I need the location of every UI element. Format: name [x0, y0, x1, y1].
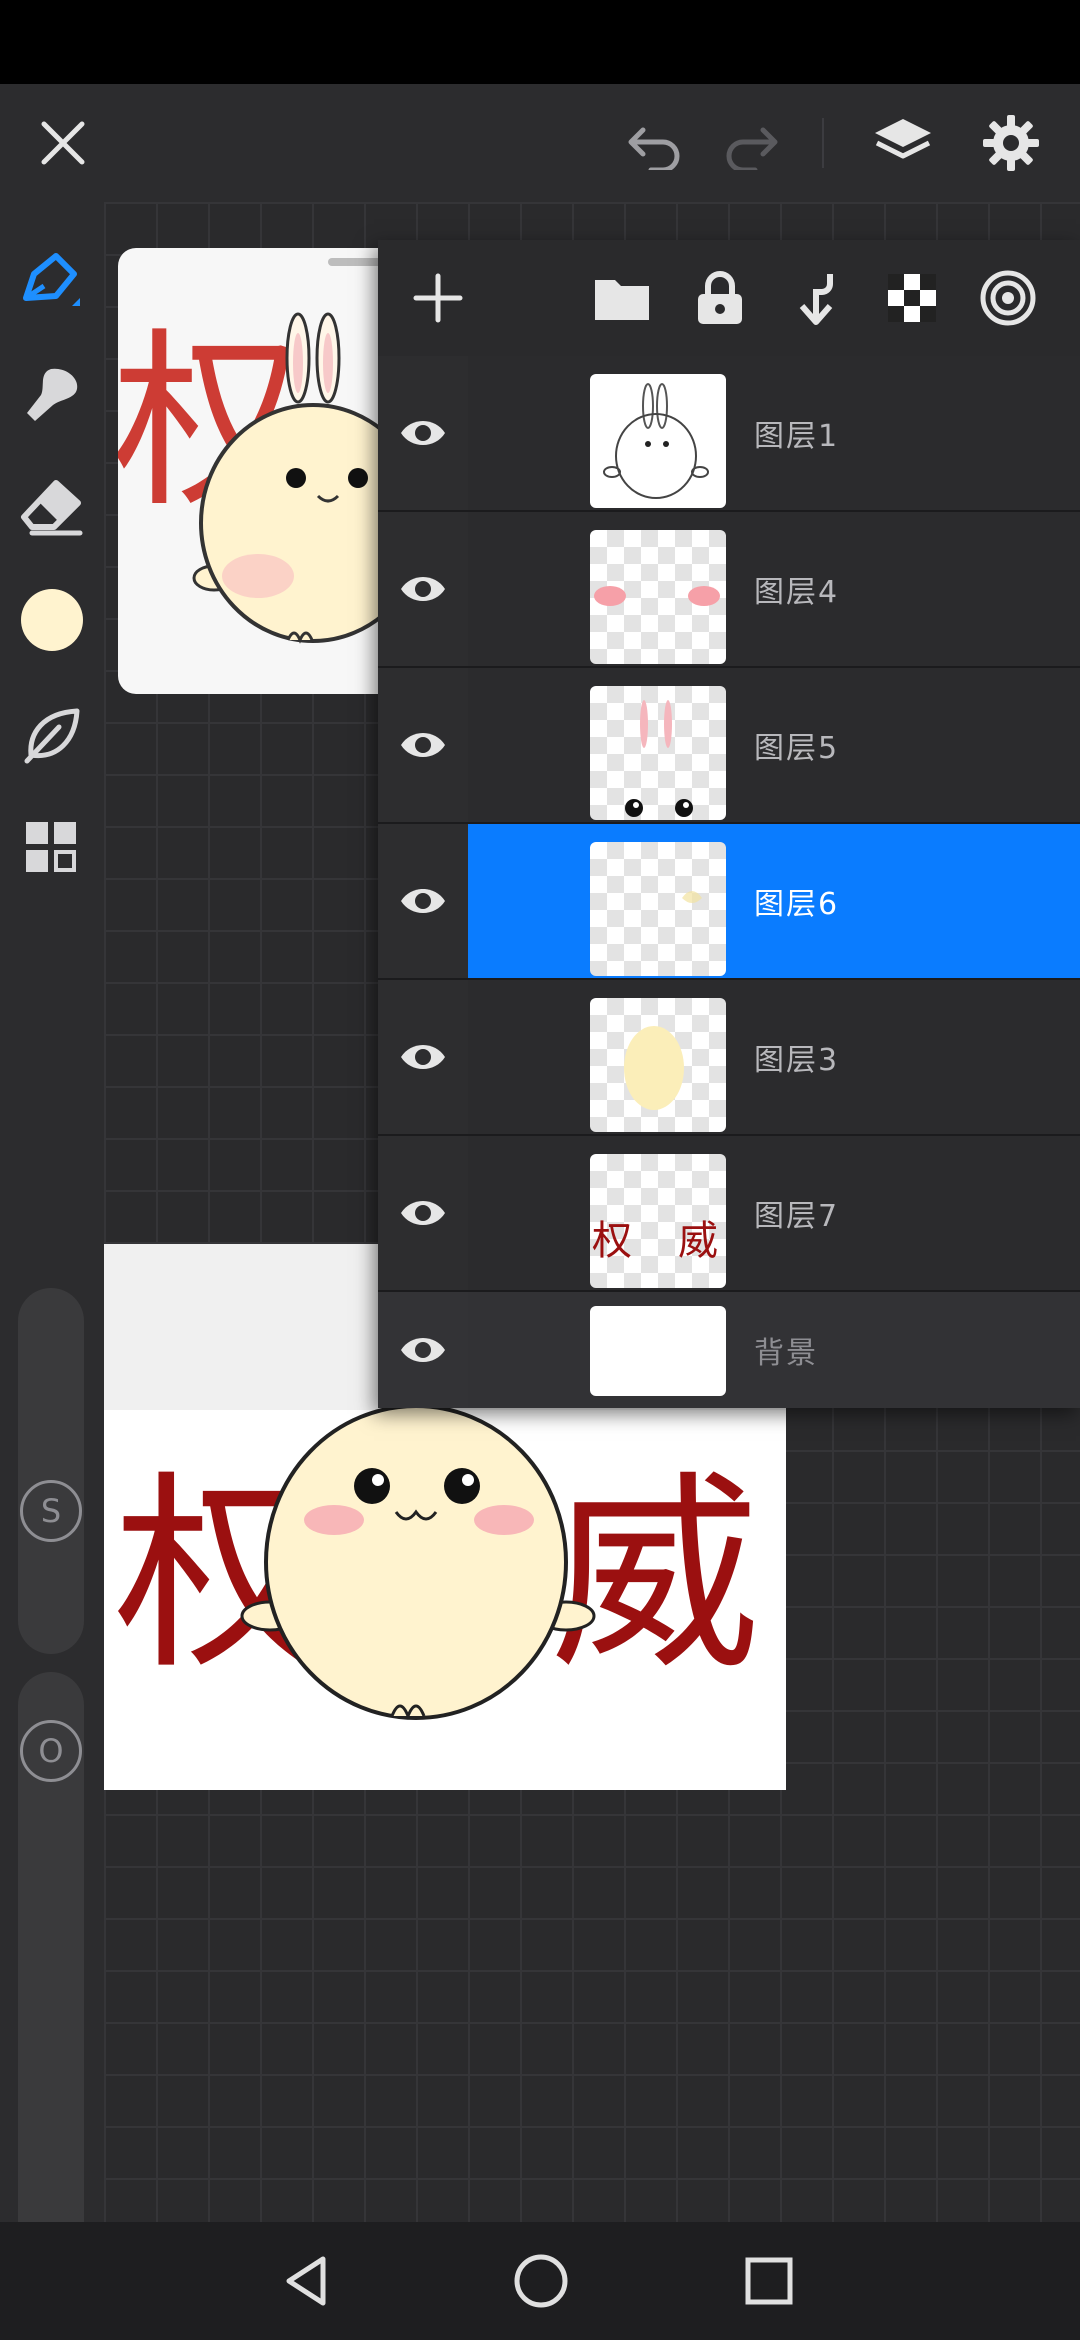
layers-toolbar [378, 240, 1080, 358]
opacity-slider-label: O [20, 1720, 82, 1782]
layers-panel: 图层1 图层4 图层5 图层6 图层3 权 威 图层7 背景 [378, 240, 1080, 1408]
visibility-eye-icon[interactable] [378, 1292, 468, 1408]
folder-icon[interactable] [592, 268, 652, 328]
layer-name: 图层1 [754, 419, 840, 454]
recents-square-icon[interactable] [736, 2248, 802, 2314]
smudge-icon[interactable] [18, 360, 86, 428]
layer-thumbnail [590, 998, 726, 1132]
visibility-eye-icon[interactable] [378, 668, 468, 822]
add-icon[interactable] [408, 268, 468, 328]
svg-text:权: 权 [592, 1218, 632, 1264]
layer-row[interactable]: 图层3 [378, 980, 1080, 1136]
home-circle-icon[interactable] [508, 2248, 574, 2314]
layer-thumbnail [590, 1306, 726, 1396]
merge-down-icon[interactable] [786, 268, 846, 328]
redo-icon[interactable] [716, 108, 786, 178]
close-icon[interactable] [28, 108, 98, 178]
status-bar [0, 0, 1080, 84]
art-text-right: 威 [550, 1453, 760, 1698]
layer-row-selected[interactable]: 图层6 [378, 824, 1080, 980]
layer-row[interactable]: 图层1 [378, 356, 1080, 512]
pen-icon[interactable] [18, 246, 86, 314]
eraser-icon[interactable] [18, 474, 86, 542]
lock-icon[interactable] [690, 268, 750, 328]
layer-thumbnail [590, 686, 726, 820]
toolbar-divider [822, 118, 824, 168]
size-slider-label: S [20, 1480, 82, 1542]
visibility-eye-icon[interactable] [378, 980, 468, 1134]
layer-row-background[interactable]: 背景 [378, 1292, 1080, 1408]
back-triangle-icon[interactable] [274, 2248, 340, 2314]
visibility-eye-icon[interactable] [378, 356, 468, 510]
undo-icon[interactable] [620, 108, 690, 178]
grid-icon[interactable] [18, 814, 86, 882]
top-toolbar [0, 84, 1080, 202]
svg-text:威: 威 [678, 1218, 718, 1264]
visibility-eye-icon[interactable] [378, 512, 468, 666]
system-navbar [0, 2222, 1080, 2340]
layer-thumbnail [590, 530, 726, 664]
layer-row[interactable]: 图层5 [378, 668, 1080, 824]
layer-name: 图层6 [754, 887, 840, 922]
layer-name: 图层4 [754, 575, 840, 610]
size-slider[interactable] [18, 1288, 84, 1654]
layers-icon[interactable] [868, 108, 938, 178]
layer-thumbnail: 权 威 [590, 1154, 726, 1288]
visibility-eye-icon[interactable] [378, 1136, 468, 1290]
layer-thumbnail [590, 374, 726, 508]
layer-name: 图层3 [754, 1043, 840, 1078]
layer-name: 背景 [754, 1336, 818, 1371]
color-swatch[interactable] [18, 586, 86, 654]
layer-name: 图层5 [754, 731, 840, 766]
visibility-eye-icon[interactable] [378, 824, 468, 978]
blend-mode-icon[interactable] [978, 268, 1038, 328]
layer-row[interactable]: 图层4 [378, 512, 1080, 668]
tool-sidebar: S O [0, 202, 104, 2282]
layer-row[interactable]: 权 威 图层7 [378, 1136, 1080, 1292]
gear-icon[interactable] [976, 108, 1046, 178]
leaf-icon[interactable] [18, 700, 86, 768]
layer-name: 图层7 [754, 1199, 840, 1234]
checker-icon[interactable] [882, 268, 942, 328]
layer-thumbnail [590, 842, 726, 976]
